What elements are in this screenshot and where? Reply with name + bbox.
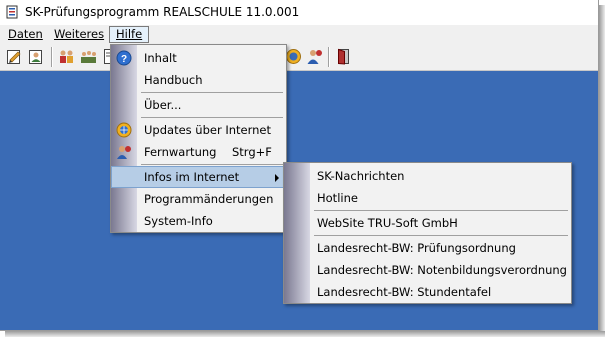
menu-item-label: Updates über Internet [144, 123, 272, 137]
menu-hilfe[interactable]: Hilfe [109, 26, 150, 43]
title-bar: SK-Prüfungsprogramm REALSCHULE 11.0.001 [0, 0, 598, 25]
submenu-arrow-icon [275, 174, 279, 182]
menu-daten-label: Daten [8, 27, 43, 41]
hilfe-dropdown-menu: ? Inhalt Handbuch Über... Updates über I… [110, 44, 287, 233]
menu-item-system-info[interactable]: System-Info [111, 210, 286, 232]
group-icon[interactable] [58, 48, 75, 65]
window-shadow [5, 331, 605, 337]
menu-item-label: Landesrecht-BW: Stundentafel [317, 285, 492, 299]
menu-item-label: SK-Nachrichten [317, 169, 405, 183]
menu-item-label: Hotline [317, 191, 358, 205]
menu-item-website[interactable]: WebSite TRU-Soft GmbH [284, 212, 571, 234]
menu-item-stundentafel[interactable]: Landesrecht-BW: Stundentafel [284, 281, 571, 303]
menu-item-label: Landesrecht-BW: Prüfungsordnung [317, 241, 516, 255]
menu-item-label: Landesrecht-BW: Notenbildungsverordnung [317, 263, 567, 277]
menu-item-ueber[interactable]: Über... [111, 94, 286, 116]
menu-item-label: Über... [144, 98, 182, 112]
menu-daten[interactable]: Daten [2, 26, 49, 43]
exit-door-icon[interactable] [335, 48, 352, 65]
menu-item-label: System-Info [144, 214, 213, 228]
info-icon[interactable] [285, 48, 302, 65]
menu-item-shortcut: Strg+F [232, 145, 272, 159]
menu-separator [141, 92, 283, 93]
menu-separator [314, 210, 568, 211]
app-icon [6, 5, 18, 19]
edit-icon[interactable] [6, 48, 23, 65]
menu-weiteres[interactable]: Weiteres [48, 26, 110, 43]
menu-item-fernwartung[interactable]: Fernwartung Strg+F [111, 141, 286, 163]
user-edit-icon[interactable] [28, 48, 45, 65]
menu-item-programmaenderungen[interactable]: Programmänderungen [111, 188, 286, 210]
menu-separator [141, 164, 283, 165]
infos-im-internet-submenu: SK-Nachrichten Hotline WebSite TRU-Soft … [283, 162, 572, 304]
menu-item-label: Infos im Internet [144, 170, 240, 184]
menu-item-label: Inhalt [144, 51, 177, 65]
menu-item-handbuch[interactable]: Handbuch [111, 69, 286, 91]
menu-separator [314, 235, 568, 236]
remote-maintenance-icon [117, 146, 131, 159]
window-shadow [599, 5, 605, 337]
window-title: SK-Prüfungsprogramm REALSCHULE 11.0.001 [25, 5, 300, 19]
toolbar [0, 44, 598, 71]
menu-separator [141, 117, 283, 118]
toolbar-separator [51, 47, 53, 67]
support-icon[interactable] [306, 48, 323, 65]
menu-item-label: Handbuch [144, 73, 203, 87]
menu-weiteres-label: Weiteres [54, 27, 105, 41]
menu-item-label: Fernwartung [144, 145, 217, 159]
toolbar-separator [328, 47, 330, 67]
svg-text:?: ? [121, 54, 127, 65]
menu-item-pruefungsordnung[interactable]: Landesrecht-BW: Prüfungsordnung [284, 237, 571, 259]
menu-item-sk-nachrichten[interactable]: SK-Nachrichten [284, 165, 571, 187]
menu-bar: Daten Weiteres Hilfe [0, 25, 598, 44]
menu-item-infos-im-internet[interactable]: Infos im Internet [111, 166, 286, 188]
menu-item-inhalt[interactable]: ? Inhalt [111, 47, 286, 69]
menu-item-label: WebSite TRU-Soft GmbH [317, 216, 458, 230]
class-icon[interactable] [80, 48, 97, 65]
update-globe-icon [116, 122, 132, 138]
menu-item-hotline[interactable]: Hotline [284, 187, 571, 209]
menu-item-label: Programmänderungen [144, 192, 274, 206]
menu-item-updates[interactable]: Updates über Internet [111, 119, 286, 141]
menu-item-notenbildungsverordnung[interactable]: Landesrecht-BW: Notenbildungsverordnung [284, 259, 571, 281]
menu-hilfe-label: Hilfe [116, 27, 143, 41]
help-icon: ? [116, 50, 132, 66]
